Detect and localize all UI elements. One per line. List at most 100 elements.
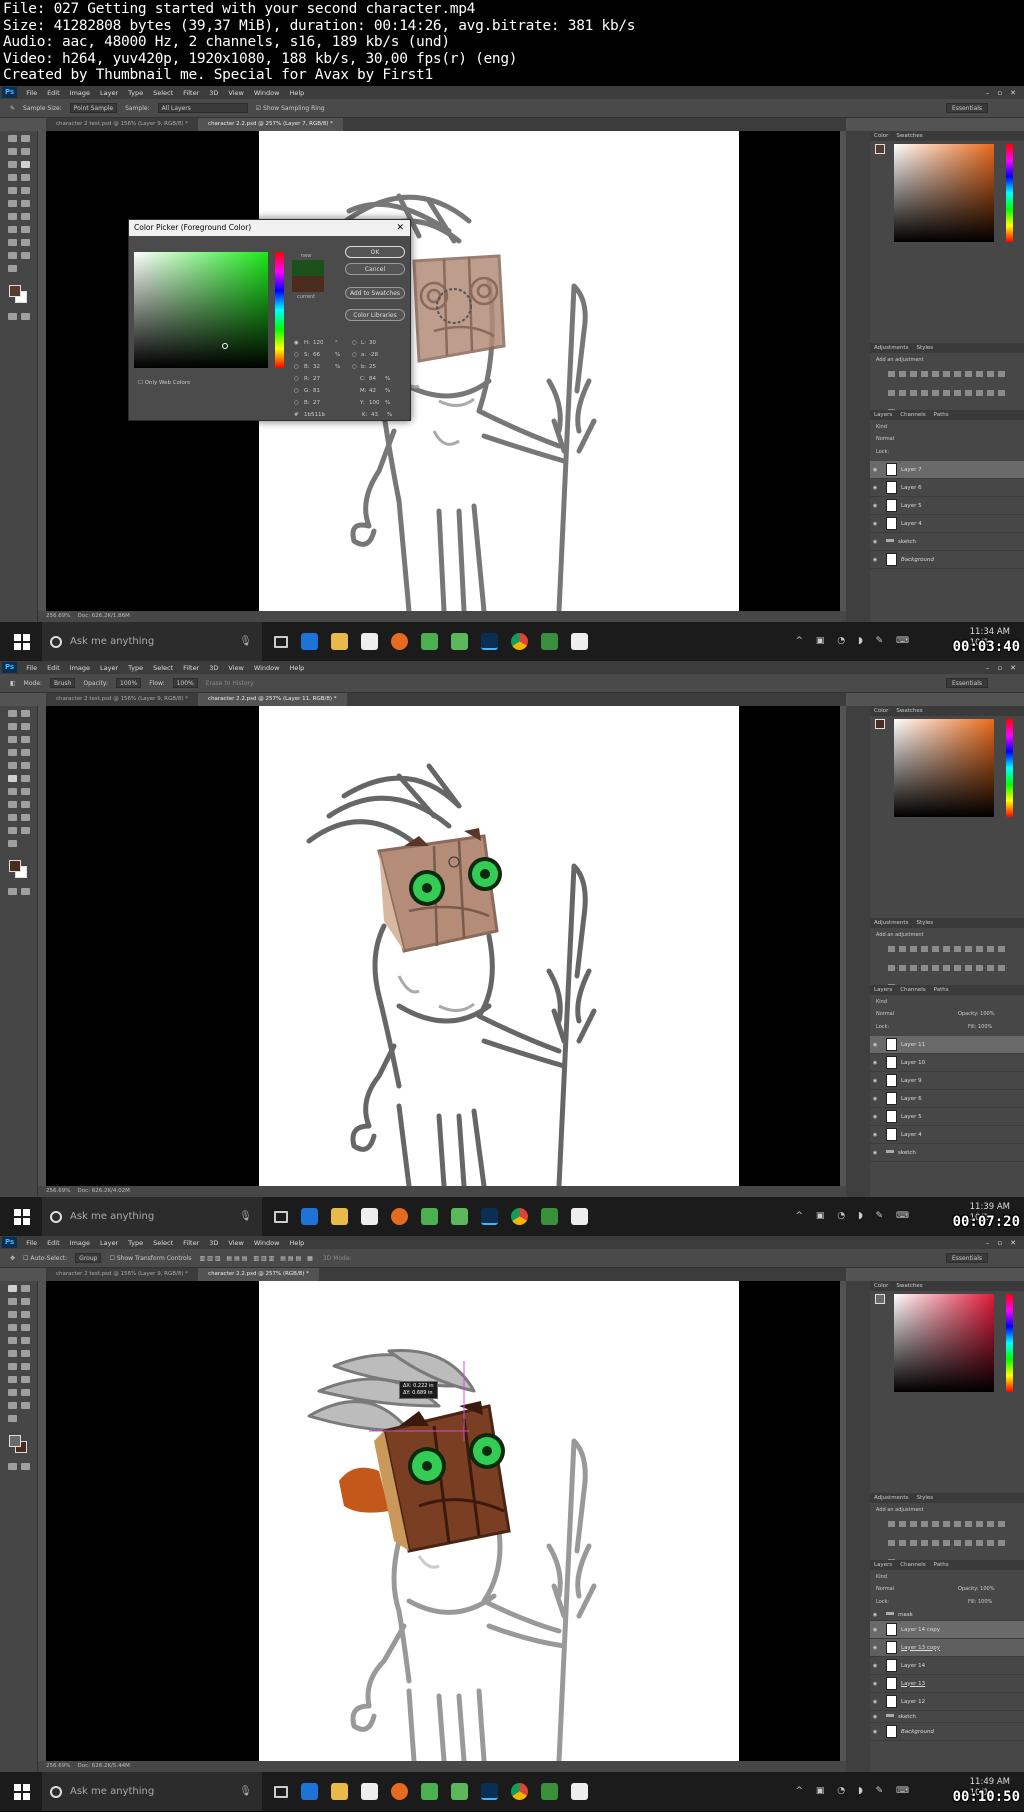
eye-icon[interactable]: ◉ <box>870 467 880 473</box>
tab-swatches[interactable]: Swatches <box>896 133 922 139</box>
move-tool-icon[interactable]: ✥ <box>10 1255 15 1262</box>
tab-character-2-test[interactable]: character 2 test.psd @ 156% (Layer 9, RG… <box>46 1268 198 1281</box>
quick-select-tool-icon[interactable] <box>21 148 30 155</box>
s-field[interactable]: 66 <box>313 352 335 358</box>
zoom-tool-icon[interactable] <box>21 827 30 834</box>
adjustment-icons[interactable] <box>886 365 1016 415</box>
path-select-tool-icon[interactable] <box>8 239 17 246</box>
layer-row[interactable]: ◉ Layer 12 <box>870 1693 1024 1711</box>
layer-row[interactable]: ◉ Layer 4 <box>870 515 1024 533</box>
blur-tool-icon[interactable] <box>8 213 17 220</box>
tab-paths[interactable]: Paths <box>934 1562 949 1568</box>
type-tool-icon[interactable] <box>21 226 30 233</box>
eyedropper-icon[interactable] <box>21 736 30 743</box>
eraser-tool-icon[interactable] <box>8 200 17 207</box>
screen-mode-icon[interactable] <box>21 313 30 320</box>
photoshop-taskbar-icon[interactable] <box>481 1208 498 1225</box>
menu-image[interactable]: Image <box>65 89 95 97</box>
brush-tool-icon[interactable] <box>21 174 30 181</box>
menu-layer[interactable]: Layer <box>95 664 123 672</box>
chrome-icon[interactable] <box>511 1783 528 1800</box>
cortana-search-box[interactable]: Ask me anything 🎙 <box>42 1197 262 1236</box>
tab-swatches[interactable]: Swatches <box>896 708 922 714</box>
layer-row[interactable]: ◉ Layer 11 <box>870 1036 1024 1054</box>
menu-filter[interactable]: Filter <box>178 89 204 97</box>
opacity-input[interactable]: 100% <box>116 678 142 688</box>
windows-start-icon[interactable] <box>14 1783 30 1800</box>
eye-icon[interactable]: ◉ <box>870 1132 880 1138</box>
layer-name[interactable]: Layer 7 <box>901 467 922 473</box>
eyedropper-tool-icon[interactable]: ✎ <box>10 105 15 112</box>
layer-name[interactable]: Layer 5 <box>901 503 922 509</box>
menu-type[interactable]: Type <box>123 1239 148 1247</box>
rgb-b-field[interactable]: 27 <box>313 400 352 406</box>
menu-help[interactable]: Help <box>284 1239 309 1247</box>
menu-help[interactable]: Help <box>284 89 309 97</box>
fill-value[interactable]: 100% <box>978 1599 992 1605</box>
color-libraries-button[interactable]: Color Libraries <box>345 309 405 321</box>
align-icons[interactable]: ▥▥▥ ▤▤▤ ▥▥▥ ▤▤▤ ▦ <box>200 1255 315 1262</box>
layer-filter-kind[interactable]: Kind <box>876 424 887 430</box>
hand-tool-icon[interactable] <box>8 252 17 259</box>
menu-select[interactable]: Select <box>148 664 178 672</box>
lasso-tool-icon[interactable] <box>8 1298 17 1305</box>
minimize-icon[interactable]: – <box>986 1239 990 1247</box>
marquee-tool-icon[interactable] <box>21 710 30 717</box>
photoshop-taskbar-icon[interactable] <box>481 633 498 650</box>
menu-filter[interactable]: Filter <box>178 664 204 672</box>
app-green-icon[interactable] <box>421 1783 438 1800</box>
menu-select[interactable]: Select <box>148 1239 178 1247</box>
evernote-icon[interactable] <box>451 1208 468 1225</box>
sample-select[interactable]: All Layers <box>157 103 248 113</box>
system-tray-icons[interactable]: ^ ▣ ◔ ◗ ✎ ⌨ <box>796 1211 914 1221</box>
eye-icon[interactable]: ◉ <box>870 1663 880 1669</box>
lab-b-field[interactable]: 25 <box>369 364 376 370</box>
microphone-icon[interactable]: 🎙 <box>239 636 252 647</box>
color-field[interactable] <box>134 252 268 368</box>
document-canvas[interactable]: ΔX: 0.222 in ΔY: 0.689 in <box>259 1281 739 1761</box>
tab-adjustments[interactable]: Adjustments <box>874 345 908 351</box>
move-tool-icon[interactable] <box>8 1285 17 1292</box>
tab-character-2-2[interactable]: character 2.2.psd @ 257% (RGB/8) * <box>198 1268 319 1281</box>
chrome-icon[interactable] <box>511 1208 528 1225</box>
mode-select[interactable]: Brush <box>50 678 76 688</box>
healing-tool-icon[interactable] <box>8 1324 17 1331</box>
layer-name[interactable]: Layer 11 <box>901 1042 925 1048</box>
l-field[interactable]: 30 <box>369 340 376 346</box>
document-canvas[interactable] <box>259 706 739 1186</box>
layer-row[interactable]: ◉ Layer 6 <box>870 1090 1024 1108</box>
layer-row[interactable]: ◉ mask <box>870 1609 1024 1621</box>
store-icon[interactable] <box>361 1208 378 1225</box>
eye-icon[interactable]: ◉ <box>870 539 880 545</box>
menu-3d[interactable]: 3D <box>204 89 223 97</box>
screen-mode-icon[interactable] <box>21 888 30 895</box>
canvas-area[interactable]: ΔX: 0.222 in ΔY: 0.689 in <box>46 1281 840 1761</box>
eraser-tool-icon[interactable] <box>8 775 17 782</box>
task-view-icon[interactable] <box>274 635 288 648</box>
edge-icon[interactable] <box>301 633 318 650</box>
app-green-icon[interactable] <box>421 633 438 650</box>
file-explorer-icon[interactable] <box>331 1208 348 1225</box>
menu-window[interactable]: Window <box>249 1239 285 1247</box>
menu-view[interactable]: View <box>223 89 248 97</box>
eyedropper-icon[interactable] <box>21 1311 30 1318</box>
eye-icon[interactable]: ◉ <box>870 1042 880 1048</box>
blend-mode-select[interactable]: Normal <box>876 1011 894 1017</box>
task-view-icon[interactable] <box>274 1785 288 1798</box>
menu-image[interactable]: Image <box>65 1239 95 1247</box>
menu-layer[interactable]: Layer <box>95 1239 123 1247</box>
minimize-icon[interactable]: – <box>986 664 990 672</box>
camtasia-icon[interactable] <box>541 1208 558 1225</box>
healing-tool-icon[interactable] <box>8 749 17 756</box>
show-transform-checkbox[interactable]: ☐ <box>109 1255 114 1262</box>
tab-channels[interactable]: Channels <box>900 412 925 418</box>
tab-layers[interactable]: Layers <box>874 987 892 993</box>
close-icon[interactable]: ✕ <box>1010 664 1016 672</box>
layer-row[interactable]: ◉ Layer 5 <box>870 1108 1024 1126</box>
maximize-icon[interactable]: ▫ <box>997 89 1002 97</box>
tab-character-2-2[interactable]: character 2.2.psd @ 257% (Layer 11, RGB/… <box>198 693 347 706</box>
blur-tool-icon[interactable] <box>8 1363 17 1370</box>
layer-filter-kind[interactable]: Kind <box>876 999 887 1005</box>
file-explorer-icon[interactable] <box>331 1783 348 1800</box>
layer-row[interactable]: ◉ Layer 9 <box>870 1072 1024 1090</box>
